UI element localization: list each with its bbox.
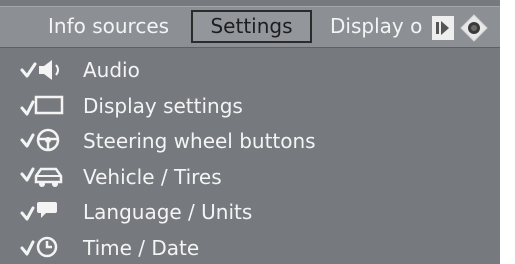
tab-settings[interactable]: Settings <box>191 10 312 43</box>
menu-item-display-settings[interactable]: Display settings <box>0 88 500 124</box>
language-icon <box>20 202 57 221</box>
vehicle-icon <box>20 167 63 187</box>
arrow-right-icon <box>436 21 449 35</box>
menu-item-audio[interactable]: Audio <box>0 52 500 88</box>
menu-item-steering-wheel-buttons[interactable]: Steering wheel buttons <box>0 123 500 159</box>
display-icon <box>20 95 64 115</box>
steering-wheel-icon <box>20 128 60 152</box>
menu-item-label: Vehicle / Tires <box>83 164 222 189</box>
menu-item-time-date[interactable]: Time / Date <box>0 230 500 264</box>
audio-icon <box>20 60 59 80</box>
menu-item-vehicle-tires[interactable]: Vehicle / Tires <box>0 159 500 195</box>
idrive-screen: Info sources Settings Display o Audio Di… <box>0 0 500 264</box>
next-tab-button[interactable] <box>432 16 454 40</box>
menu-item-label: Steering wheel buttons <box>83 129 316 153</box>
menu-item-label: Time / Date <box>83 235 200 260</box>
menu-item-language-units[interactable]: Language / Units <box>0 194 500 230</box>
tab-bar: Info sources Settings Display o <box>0 6 500 48</box>
controller-knob-icon <box>457 12 491 44</box>
menu-item-label: Language / Units <box>83 200 253 224</box>
menu-item-label: Audio <box>83 58 140 82</box>
tab-info-sources[interactable]: Info sources <box>48 10 186 43</box>
tab-display-off[interactable]: Display o <box>330 10 430 43</box>
menu-item-label: Display settings <box>83 93 243 118</box>
settings-menu: Audio Display settings Steering wheel bu… <box>0 52 500 264</box>
clock-icon <box>20 236 58 257</box>
